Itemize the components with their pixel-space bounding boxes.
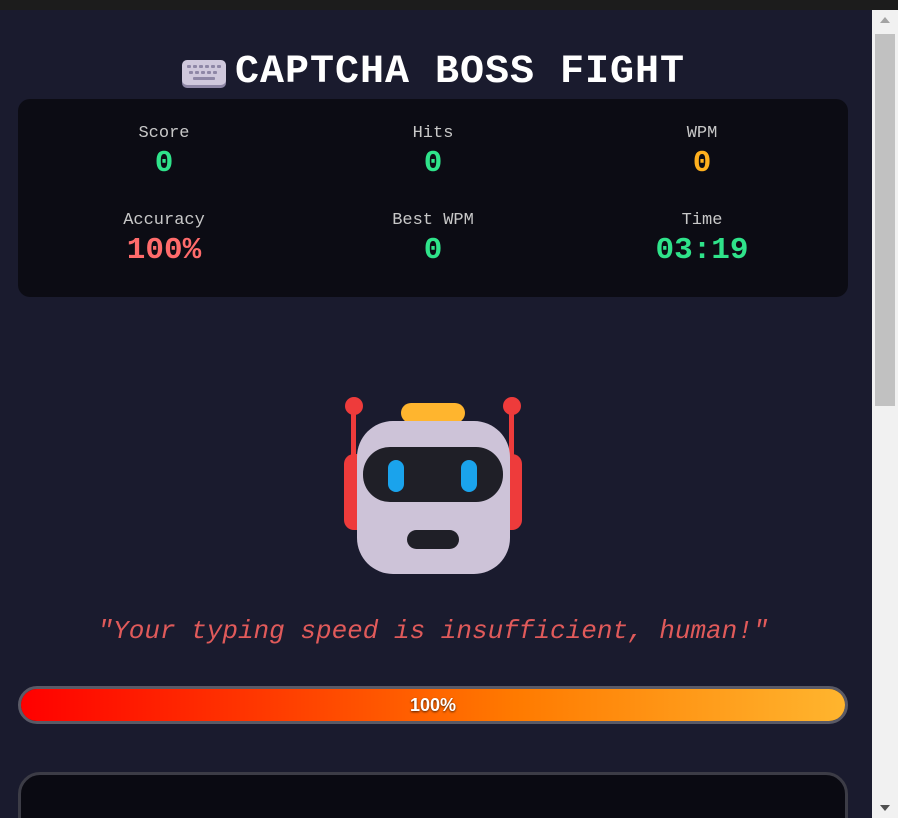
boss-health-bar: 100% <box>18 686 848 724</box>
typing-area[interactable] <box>18 772 848 818</box>
stat-accuracy-label: Accuracy <box>123 211 205 230</box>
stat-best-wpm-value: 0 <box>423 233 443 268</box>
stat-hits-label: Hits <box>412 124 454 143</box>
stat-score: Score 0 <box>29 124 299 182</box>
stat-wpm: WPM 0 <box>567 124 837 182</box>
page-title-text: CAPTCHA BOSS FIGHT <box>234 50 686 95</box>
stat-wpm-label: WPM <box>686 124 718 143</box>
stat-wpm-value: 0 <box>692 146 712 181</box>
robot-icon <box>340 386 530 586</box>
stat-score-label: Score <box>138 124 190 143</box>
scroll-up-icon[interactable] <box>872 10 898 30</box>
boss-taunt: "Your typing speed is insufficient, huma… <box>97 616 769 646</box>
stat-best-wpm-label: Best WPM <box>392 211 474 230</box>
scroll-down-icon[interactable] <box>872 798 898 818</box>
vertical-scrollbar[interactable] <box>872 10 898 818</box>
scrollbar-thumb[interactable] <box>875 34 895 406</box>
stat-score-value: 0 <box>154 146 174 181</box>
stat-hits-value: 0 <box>423 146 443 181</box>
stat-time-label: Time <box>681 211 723 230</box>
stat-accuracy: Accuracy 100% <box>29 211 299 269</box>
stat-time-value: 03:19 <box>655 233 749 268</box>
page-title: CAPTCHA BOSS FIGHT <box>0 50 866 95</box>
game-page: CAPTCHA BOSS FIGHT Score 0 Hits 0 WPM 0 … <box>0 10 872 818</box>
stats-panel: Score 0 Hits 0 WPM 0 Accuracy 100% Best … <box>18 99 848 297</box>
stat-best-wpm: Best WPM 0 <box>298 211 568 269</box>
keyboard-icon <box>181 58 227 90</box>
stat-accuracy-value: 100% <box>126 233 202 268</box>
stat-hits: Hits 0 <box>298 124 568 182</box>
stat-time: Time 03:19 <box>567 211 837 269</box>
browser-top-bar <box>0 0 898 10</box>
boss-health-label: 100% <box>409 694 457 715</box>
